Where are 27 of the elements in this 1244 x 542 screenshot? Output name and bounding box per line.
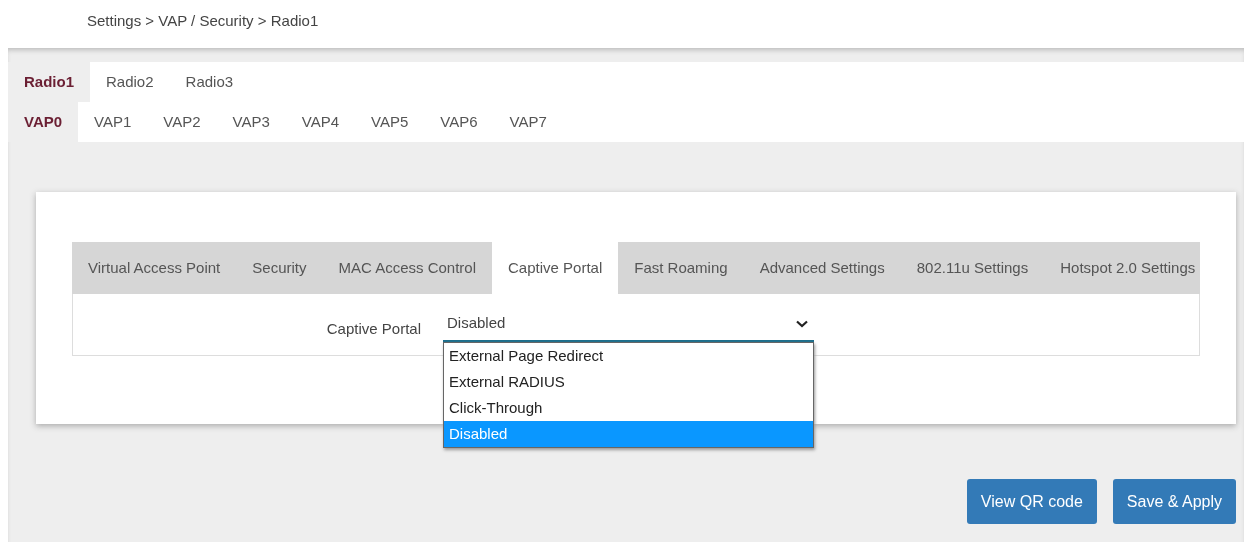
vap-tab[interactable]: VAP7: [493, 102, 563, 142]
dropdown-option[interactable]: External RADIUS: [444, 368, 813, 395]
radio-tab[interactable]: Radio2: [90, 62, 170, 102]
vap-tab[interactable]: VAP2: [147, 102, 217, 142]
chevron-down-icon: [796, 319, 808, 328]
dropdown-option[interactable]: Click-Through: [444, 394, 813, 421]
settings-tab[interactable]: 802.11u Settings: [900, 242, 1045, 294]
radio-tab[interactable]: Radio3: [169, 62, 250, 102]
breadcrumb: Settings > VAP / Security > Radio1: [87, 12, 319, 29]
vap-tab[interactable]: VAP3: [216, 102, 286, 142]
vap-tab[interactable]: VAP4: [285, 102, 356, 142]
settings-tab[interactable]: Fast Roaming: [618, 242, 744, 294]
field-label: Captive Portal: [325, 319, 422, 340]
settings-tab[interactable]: Advanced Settings: [743, 242, 901, 294]
settings-tab[interactable]: Captive Portal: [492, 242, 619, 294]
vap-tab[interactable]: VAP0: [8, 102, 79, 142]
settings-tab[interactable]: Virtual Access Point: [72, 242, 237, 294]
dropdown-option[interactable]: External Page Redirect: [444, 342, 813, 369]
settings-tab[interactable]: Hotspot 2.0 Settings: [1044, 242, 1212, 294]
vap-tab[interactable]: VAP5: [355, 102, 425, 142]
save-button[interactable]: Save & Apply: [1112, 479, 1236, 524]
vap-tab[interactable]: VAP6: [424, 102, 494, 142]
action-button[interactable]: View QR code: [966, 479, 1097, 524]
vap-tab[interactable]: VAP1: [78, 102, 148, 142]
settings-tab[interactable]: Security: [236, 242, 323, 294]
radio-tab[interactable]: Radio1: [8, 62, 90, 102]
settings-tab[interactable]: MAC Access Control: [322, 242, 493, 294]
